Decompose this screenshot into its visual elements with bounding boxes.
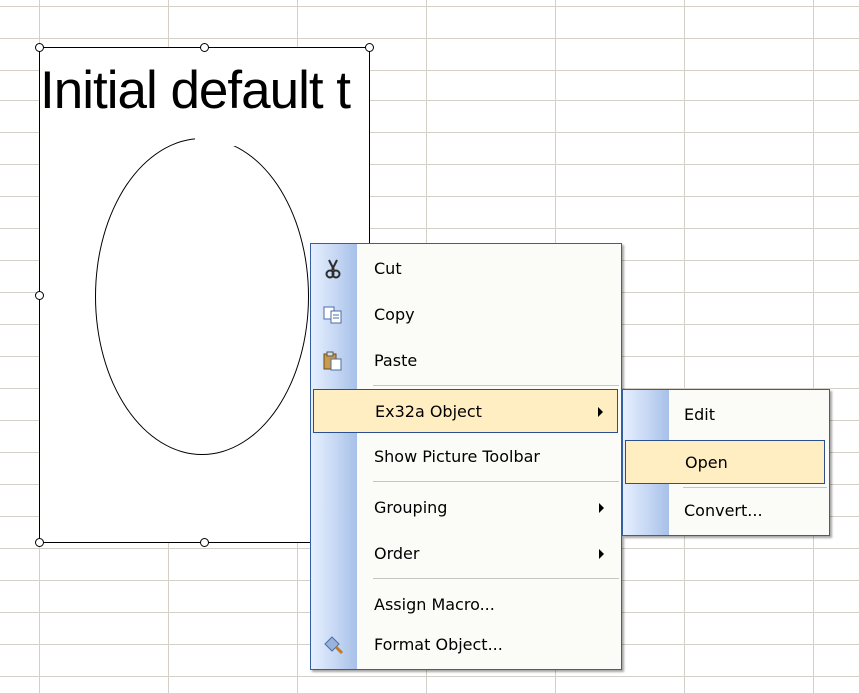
resize-handle-top[interactable] — [200, 43, 209, 52]
submenu-item-edit[interactable]: Edit — [624, 392, 828, 438]
submenu-arrow-icon — [598, 407, 603, 417]
resize-handle-bottom-left[interactable] — [35, 538, 44, 547]
menu-item-label: Grouping — [374, 498, 448, 517]
menu-item-cut[interactable]: Cut — [312, 246, 620, 292]
menu-item-order[interactable]: Order — [312, 531, 620, 577]
ellipse-gap — [195, 132, 245, 146]
scissors-icon — [325, 259, 341, 279]
submenu-item-convert[interactable]: Convert... — [624, 488, 828, 534]
submenu-item-label: Open — [685, 453, 728, 472]
context-menu: Cut Copy Paste Ex32a Object Show Picture… — [310, 243, 622, 670]
resize-handle-bottom[interactable] — [200, 538, 209, 547]
menu-separator — [373, 385, 619, 386]
menu-item-label: Copy — [374, 305, 415, 324]
menu-item-label: Show Picture Toolbar — [374, 447, 540, 466]
menu-item-format-object[interactable]: Format Object... — [312, 622, 620, 668]
ellipse-shape — [95, 138, 309, 455]
column-gridline — [813, 0, 814, 693]
menu-item-paste[interactable]: Paste — [312, 338, 620, 384]
row-gridline — [0, 38, 859, 39]
menu-item-label: Paste — [374, 351, 418, 370]
menu-item-label: Order — [374, 544, 420, 563]
object-text: Initial default t — [40, 61, 351, 120]
resize-handle-top-left[interactable] — [35, 43, 44, 52]
submenu-arrow-icon — [599, 549, 604, 559]
submenu-item-label: Convert... — [684, 501, 763, 520]
submenu-item-label: Edit — [684, 405, 715, 424]
resize-handle-left[interactable] — [35, 291, 44, 300]
submenu-item-open[interactable]: Open — [625, 440, 825, 484]
menu-item-show-picture-toolbar[interactable]: Show Picture Toolbar — [312, 434, 620, 480]
format-object-icon — [324, 636, 344, 655]
column-gridline — [684, 0, 685, 693]
resize-handle-top-right[interactable] — [365, 43, 374, 52]
copy-icon — [323, 306, 342, 324]
menu-item-grouping[interactable]: Grouping — [312, 485, 620, 531]
menu-separator — [373, 578, 619, 579]
submenu-arrow-icon — [599, 503, 604, 513]
menu-item-ex32a-object[interactable]: Ex32a Object — [313, 389, 618, 433]
menu-item-label: Ex32a Object — [375, 402, 482, 421]
menu-item-copy[interactable]: Copy — [312, 292, 620, 338]
paste-icon — [323, 351, 342, 371]
menu-item-label: Format Object... — [374, 635, 503, 654]
object-submenu: Edit Open Convert... — [622, 389, 830, 536]
menu-item-label: Cut — [374, 259, 402, 278]
row-gridline — [0, 676, 859, 677]
row-gridline — [0, 6, 859, 7]
menu-separator — [373, 481, 619, 482]
